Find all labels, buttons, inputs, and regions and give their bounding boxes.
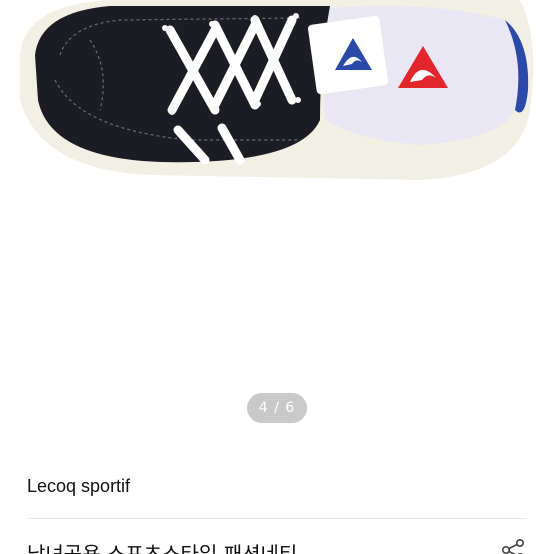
brand-name[interactable]: Lecoq sportif	[27, 476, 130, 497]
page-current: 4	[258, 400, 269, 416]
divider	[27, 518, 527, 519]
image-page-indicator: 4 / 6	[247, 393, 307, 423]
page-separator: /	[274, 400, 280, 416]
product-image-gallery[interactable]: 4 / 6	[0, 0, 554, 440]
share-icon[interactable]	[500, 538, 526, 554]
product-title: 남녀공용 스포츠스타일 패션네티	[27, 542, 298, 554]
product-photo	[20, 0, 534, 180]
page-total: 6	[285, 400, 296, 416]
